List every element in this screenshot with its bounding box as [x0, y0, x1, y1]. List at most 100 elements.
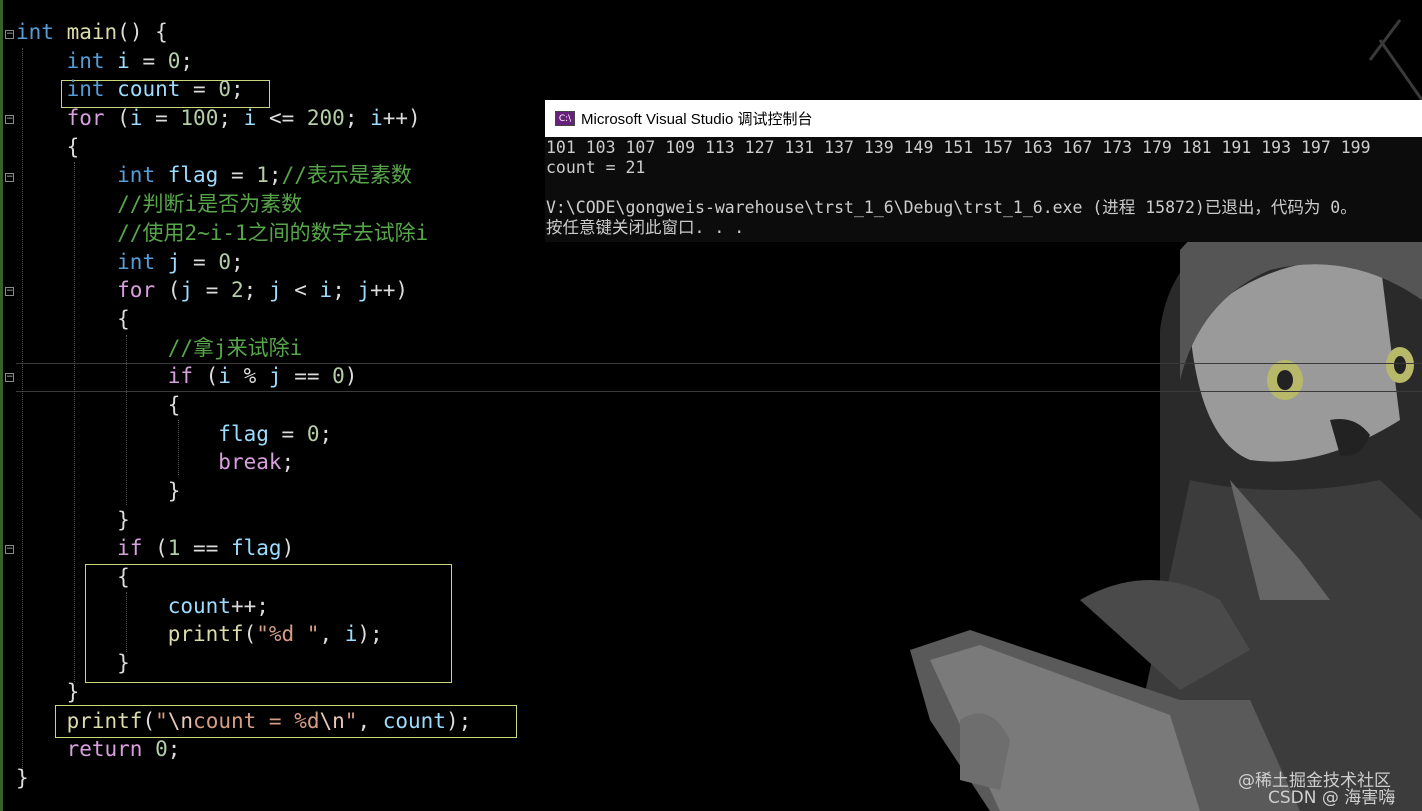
code-line[interactable]: printf("%d ", i);: [0, 620, 471, 649]
console-output-line: V:\CODE\gongweis-warehouse\trst_1_6\Debu…: [546, 198, 1357, 217]
code-line[interactable]: for (j = 2; j < i; j++): [0, 276, 471, 305]
code-token: =: [180, 77, 219, 102]
code-token: ;: [167, 737, 181, 762]
code-token: printf: [167, 622, 244, 647]
code-token: ;: [281, 450, 295, 475]
code-line[interactable]: }: [0, 649, 471, 678]
code-token: (: [243, 622, 257, 647]
code-line[interactable]: if (i % j == 0): [0, 362, 471, 391]
code-line[interactable]: }: [0, 477, 471, 506]
code-line[interactable]: break;: [0, 448, 471, 477]
code-token: printf: [66, 708, 143, 733]
code-token: }: [16, 507, 130, 532]
code-token: 0: [155, 737, 168, 762]
code-token: =: [268, 421, 307, 446]
code-line[interactable]: count++;: [0, 592, 471, 621]
code-token: }: [16, 765, 29, 790]
code-token: //拿j来试除i: [167, 335, 303, 360]
code-line[interactable]: for (i = 100; i <= 200; i++): [0, 104, 471, 133]
code-line[interactable]: printf("\ncount = %d\n", count);: [0, 707, 472, 736]
code-token: j: [268, 278, 282, 303]
visual-studio-icon: C:\: [555, 111, 575, 126]
code-line[interactable]: {: [0, 133, 471, 162]
code-line[interactable]: {: [0, 305, 471, 334]
console-title: Microsoft Visual Studio 调试控制台: [581, 111, 813, 128]
code-token: (: [193, 364, 219, 389]
code-token: i: [344, 622, 358, 647]
code-line[interactable]: //判断i是否为素数: [0, 190, 471, 219]
console-output-line: 101 103 107 109 113 127 131 137 139 149 …: [546, 138, 1371, 157]
code-line[interactable]: int main() {: [0, 18, 471, 47]
code-token: "%d ": [256, 622, 320, 647]
code-line[interactable]: }: [0, 678, 471, 707]
code-token: \n: [167, 708, 194, 733]
code-token: }: [16, 679, 80, 704]
code-token: i: [117, 48, 130, 73]
code-token: //使用2~i-1之间的数字去试除i: [117, 220, 429, 245]
code-line[interactable]: {: [0, 391, 471, 420]
code-token: }: [16, 651, 130, 676]
code-token: i: [370, 106, 383, 131]
code-token: \n: [319, 708, 345, 733]
code-token: {: [16, 392, 181, 417]
code-token: j: [268, 364, 282, 389]
code-token: break: [218, 450, 282, 475]
code-token: (: [142, 536, 168, 561]
code-token: j: [180, 278, 194, 303]
code-line[interactable]: }: [0, 764, 471, 793]
code-token: =: [142, 106, 181, 131]
code-line[interactable]: flag = 0;: [0, 420, 471, 449]
code-line[interactable]: }: [0, 506, 471, 535]
code-token: %: [230, 364, 269, 389]
code-token: 100: [180, 106, 219, 131]
code-editor[interactable]: int main() { int i = 0; int count = 0; f…: [0, 18, 471, 793]
code-line[interactable]: {: [0, 563, 471, 592]
code-token: (: [155, 278, 181, 303]
code-token: <=: [256, 106, 307, 131]
code-token: ": [155, 708, 168, 733]
code-token: count: [382, 708, 446, 733]
code-token: ==: [180, 536, 231, 561]
code-token: );: [357, 622, 383, 647]
code-token: =: [218, 163, 257, 188]
code-token: 1: [256, 163, 269, 188]
code-token: //表示是素数: [281, 163, 412, 188]
debug-console-window[interactable]: C:\ Microsoft Visual Studio 调试控制台 101 10…: [545, 100, 1422, 242]
code-line[interactable]: //使用2~i-1之间的数字去试除i: [0, 219, 471, 248]
code-token: 0: [332, 364, 345, 389]
code-token: ;: [268, 163, 282, 188]
code-token: int: [66, 48, 105, 73]
code-line[interactable]: int i = 0;: [0, 47, 471, 76]
code-token: if: [167, 364, 194, 389]
code-line[interactable]: return 0;: [0, 735, 471, 764]
code-line[interactable]: //拿j来试除i: [0, 334, 471, 363]
code-token: //判断i是否为素数: [117, 192, 303, 217]
code-token: ;: [230, 77, 244, 102]
code-token: int: [16, 20, 54, 44]
code-token: for: [66, 106, 105, 131]
console-output: 101 103 107 109 113 127 131 137 139 149 …: [545, 137, 1422, 238]
code-token: ++): [370, 278, 409, 303]
code-token: i: [319, 278, 333, 303]
code-line[interactable]: int count = 0;: [0, 75, 471, 104]
code-line[interactable]: if (1 == flag): [0, 534, 471, 563]
console-titlebar[interactable]: C:\ Microsoft Visual Studio 调试控制台: [545, 100, 1422, 137]
code-line[interactable]: int flag = 1;//表示是素数: [0, 161, 471, 190]
code-token: (: [142, 708, 156, 733]
code-line[interactable]: int j = 0;: [0, 248, 471, 277]
